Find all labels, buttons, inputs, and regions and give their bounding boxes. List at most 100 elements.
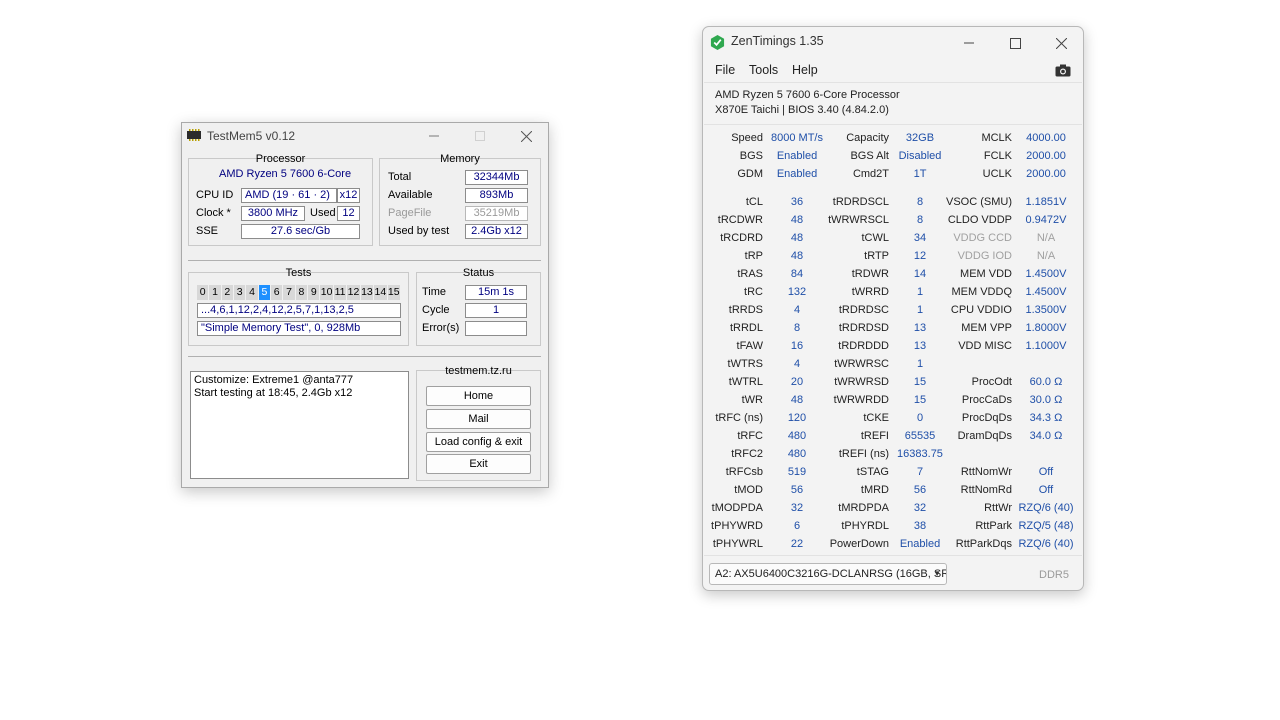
test-cell: 12 xyxy=(347,285,361,300)
timing-label: tRP xyxy=(744,250,763,262)
timing-label: ProcDqDs xyxy=(961,412,1012,424)
log-output[interactable]: Customize: Extreme1 @anta777 Start testi… xyxy=(190,371,409,479)
log-line: Customize: Extreme1 @anta777 xyxy=(194,374,354,386)
total-value: 32344Mb xyxy=(465,170,528,185)
timing-label: tPHYRDL xyxy=(841,520,889,532)
timing-label: tRAS xyxy=(737,268,763,280)
tests-group: Tests 0 1 2 3 4 5 6 7 8 9 10 11 12 13 14 15 ...4,6,1,12… xyxy=(188,267,409,346)
timings-grid: Speed 8000 MT/s Capacity 32GB MCLK 4000.00 BGS… xyxy=(703,27,1083,557)
load-config-exit-button[interactable]: Load config & exit xyxy=(426,432,531,452)
timing-value: N/A xyxy=(1036,250,1056,262)
timing-label: BGS xyxy=(739,150,763,162)
cpu-name: AMD Ryzen 5 7600 6-Core xyxy=(219,168,352,180)
timing-value: 32 xyxy=(913,502,927,514)
timing-label: tRFC (ns) xyxy=(715,412,763,424)
timing-label: DramDqDs xyxy=(957,430,1012,442)
timing-value: Enabled xyxy=(899,538,941,550)
test-cell: 10 xyxy=(320,285,334,300)
timing-label: tWRWRSD xyxy=(834,376,889,388)
test-sequence: ...4,6,1,12,2,4,12,2,5,7,1,13,2,5 xyxy=(197,303,401,318)
timing-value: 6 xyxy=(793,520,801,532)
timing-value: 32 xyxy=(790,502,804,514)
timing-label: Speed xyxy=(731,132,763,144)
timing-label: tRFCsb xyxy=(725,466,763,478)
home-button[interactable]: Home xyxy=(426,386,531,406)
timing-label: MEM VPP xyxy=(961,322,1012,334)
test-cell: 11 xyxy=(333,285,348,300)
test-progress-strip: 0 1 2 3 4 5 6 7 8 9 10 11 12 13 14 15 xyxy=(197,285,401,300)
timing-label: RttWr xyxy=(984,502,1012,514)
timing-value: 8 xyxy=(793,322,801,334)
timing-label: MEM VDDQ xyxy=(951,286,1013,298)
timing-value: 84 xyxy=(790,268,804,280)
timing-label: tRDRDSC xyxy=(838,304,889,316)
timing-value: 8 xyxy=(916,196,924,208)
maximize-button[interactable] xyxy=(460,123,500,149)
close-icon xyxy=(520,130,532,142)
current-test: "Simple Memory Test", 0, 928Mb xyxy=(197,321,401,336)
timing-label: tRDWR xyxy=(851,268,889,280)
timing-value: 1T xyxy=(913,168,927,180)
used-by-test-label: Used by test xyxy=(388,225,450,237)
test-cell: 6 xyxy=(271,285,284,300)
test-cell: 0 xyxy=(197,285,210,300)
timing-value: RZQ/6 (40) xyxy=(1018,538,1074,550)
timing-value: 13 xyxy=(913,322,927,334)
pagefile-label: PageFile xyxy=(388,207,432,219)
timing-value: 480 xyxy=(787,430,807,442)
dimm-select[interactable]: A2: AX5U6400C3216G-DCLANRSG (16GB, SR) ▼ xyxy=(709,563,947,585)
timing-label: tRRDL xyxy=(729,322,763,334)
clock-label: Clock * xyxy=(196,207,231,219)
timing-label: tRFC2 xyxy=(731,448,763,460)
timing-value: 7 xyxy=(916,466,924,478)
test-cell: 2 xyxy=(221,285,234,300)
processor-group-title: Processor xyxy=(255,153,306,165)
timing-label: tWRWRSC xyxy=(834,358,889,370)
timing-value: 1.4500V xyxy=(1025,286,1067,298)
timing-label: RttPark xyxy=(975,520,1012,532)
timing-value: 1 xyxy=(916,358,924,370)
mail-button[interactable]: Mail xyxy=(426,409,531,429)
timing-value: N/A xyxy=(1036,232,1056,244)
timing-label: BGS Alt xyxy=(850,150,889,162)
timing-value: Disabled xyxy=(898,150,942,162)
timing-label: tMODPDA xyxy=(711,502,763,514)
timing-label: tPHYWRD xyxy=(711,520,763,532)
timing-label: tREFI xyxy=(860,430,889,442)
timing-value: 48 xyxy=(790,232,804,244)
test-cell: 4 xyxy=(246,285,259,300)
timing-label: MCLK xyxy=(981,132,1012,144)
timing-value: 13 xyxy=(913,340,927,352)
used-by-test-value: 2.4Gb x12 xyxy=(465,224,528,239)
timing-value: Enabled xyxy=(776,150,818,162)
timing-value: 22 xyxy=(790,538,804,550)
cpu-id-label: CPU ID xyxy=(196,189,234,201)
timing-label: RttParkDqs xyxy=(955,538,1012,550)
timing-label: tREFI (ns) xyxy=(838,448,889,460)
close-button[interactable] xyxy=(506,123,546,149)
timing-value: 132 xyxy=(787,286,807,298)
timing-label: Capacity xyxy=(846,132,889,144)
timing-label: tRRDS xyxy=(728,304,763,316)
timing-label: tRCDRD xyxy=(720,232,763,244)
minimize-button[interactable] xyxy=(414,123,454,149)
memory-type: DDR5 xyxy=(1039,569,1069,581)
timing-label: RttNomRd xyxy=(960,484,1012,496)
test-cell: 1 xyxy=(209,285,222,300)
timing-label: tRDRDSCL xyxy=(832,196,889,208)
timing-label: tPHYWRL xyxy=(712,538,763,550)
memory-group: Memory Total 32344Mb Available 893Mb Pag… xyxy=(379,153,541,246)
timing-label: tWR xyxy=(741,394,763,406)
test-cell: 7 xyxy=(283,285,296,300)
testmem-titlebar[interactable]: TestMem5 v0.12 xyxy=(182,123,548,149)
clock-value: 3800 MHz xyxy=(241,206,305,221)
timing-value: 4 xyxy=(793,304,801,316)
timing-value: 1.1000V xyxy=(1025,340,1067,352)
timing-label: tRCDWR xyxy=(717,214,763,226)
exit-button[interactable]: Exit xyxy=(426,454,531,474)
tests-group-title: Tests xyxy=(285,267,312,279)
cpu-threads-value: x12 xyxy=(337,188,360,203)
pagefile-value: 35219Mb xyxy=(465,206,528,221)
timing-value: 30.0 Ω xyxy=(1029,394,1063,406)
status-group-title: Status xyxy=(462,267,495,279)
